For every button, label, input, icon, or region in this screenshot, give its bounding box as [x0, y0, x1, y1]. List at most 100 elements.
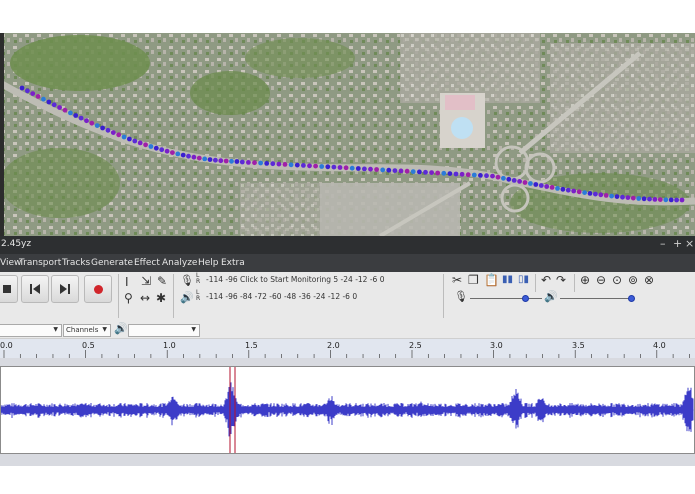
- gps-point: [159, 147, 165, 153]
- trim-icon[interactable]: ▮▮: [502, 274, 513, 286]
- gps-point: [593, 191, 598, 197]
- draw-tool-icon[interactable]: ✎: [157, 275, 167, 287]
- gps-point: [223, 158, 229, 164]
- gps-point: [506, 176, 512, 182]
- paste-icon[interactable]: 📋: [484, 274, 499, 286]
- gps-point: [100, 125, 105, 131]
- waveform[interactable]: [1, 367, 694, 453]
- host-dropdown[interactable]: ▼: [0, 324, 62, 337]
- menu-help[interactable]: Help: [198, 258, 219, 268]
- maximize-icon[interactable]: +: [673, 237, 682, 250]
- gps-point: [609, 193, 614, 199]
- undo-icon[interactable]: ↶: [541, 274, 551, 286]
- gps-point: [137, 140, 143, 146]
- gps-point: [301, 163, 306, 168]
- gps-point: [186, 153, 191, 159]
- map-left-border: [0, 33, 4, 236]
- gps-point: [538, 183, 544, 188]
- gps-point: [641, 196, 647, 202]
- skip-to-start-icon: [30, 284, 40, 294]
- skip-to-end-button[interactable]: [51, 275, 79, 303]
- minimize-icon[interactable]: –: [660, 237, 666, 250]
- window-title: 2.45yz: [1, 239, 32, 249]
- timeshift-tool-icon[interactable]: ↔: [140, 292, 150, 304]
- playback-device-dropdown[interactable]: ▼: [128, 324, 200, 337]
- playback-meter-scale: -114 -96 -84 -72 -60 -48 -36 -24 -12 -6 …: [206, 292, 358, 301]
- audio-track[interactable]: [0, 366, 695, 454]
- toolbar-divider: [118, 274, 119, 318]
- menu-generate[interactable]: Generate: [91, 258, 133, 268]
- selection-tool-icon[interactable]: I: [125, 276, 129, 288]
- gps-point: [175, 151, 181, 157]
- fit-selection-icon[interactable]: ⊙: [612, 274, 622, 286]
- gps-point: [282, 162, 288, 167]
- recording-volume-knob[interactable]: [522, 295, 529, 302]
- cut-icon[interactable]: ✂: [452, 274, 462, 286]
- gps-point: [490, 173, 495, 179]
- menu-extra[interactable]: Extra: [221, 258, 245, 268]
- playback-volume-slider[interactable]: [560, 298, 632, 299]
- gps-point: [636, 196, 642, 201]
- gps-point: [196, 155, 202, 161]
- stop-button[interactable]: [0, 275, 18, 303]
- gps-point: [647, 196, 652, 202]
- microphone-icon[interactable]: 🎙: [180, 275, 194, 287]
- gps-point: [625, 195, 631, 201]
- gps-point: [528, 181, 533, 186]
- gps-point: [337, 165, 343, 170]
- silence-icon[interactable]: ▯▮: [518, 274, 529, 286]
- close-icon[interactable]: ×: [685, 237, 694, 250]
- multi-tool-icon[interactable]: ✱: [156, 292, 166, 304]
- gps-point: [270, 161, 276, 167]
- gps-point: [549, 185, 555, 190]
- gps-point: [663, 197, 669, 203]
- copy-icon[interactable]: ❐: [468, 274, 479, 286]
- zoom-tool-icon[interactable]: ⚲: [124, 292, 133, 304]
- envelope-tool-icon[interactable]: ⇲: [141, 275, 151, 287]
- chevron-down-icon: ▼: [53, 326, 58, 333]
- zoom-in-icon[interactable]: ⊕: [580, 274, 590, 286]
- gps-point: [19, 85, 25, 91]
- menu-effect[interactable]: Effect: [134, 258, 160, 268]
- record-button[interactable]: [84, 275, 112, 303]
- playback-meter[interactable]: LR -114 -96 -84 -72 -60 -48 -36 -24 -12 …: [196, 290, 438, 305]
- record-meter-scale: -114 -96 Click to Start Monitoring 5 -24…: [206, 275, 385, 284]
- gps-point: [126, 136, 132, 142]
- gps-point: [544, 184, 550, 189]
- ruler-label: 2.0: [327, 341, 340, 350]
- channels-dropdown[interactable]: Channels ▼: [63, 324, 111, 337]
- speaker-icon[interactable]: 🔊: [180, 292, 194, 304]
- fit-project-icon[interactable]: ⊚: [628, 274, 638, 286]
- gps-point: [368, 166, 373, 172]
- gps-point: [264, 161, 270, 166]
- gps-point: [170, 150, 175, 155]
- gps-point: [35, 94, 41, 99]
- menu-analyze[interactable]: Analyze: [162, 258, 197, 268]
- toolbar-divider: [535, 274, 536, 292]
- gps-point: [404, 168, 410, 174]
- gps-point: [258, 160, 263, 166]
- playback-volume-knob[interactable]: [628, 295, 635, 302]
- redo-icon[interactable]: ↷: [556, 274, 566, 286]
- gps-point: [143, 142, 149, 148]
- recording-volume-slider[interactable]: [470, 298, 542, 299]
- toolbar-divider: [173, 274, 174, 318]
- record-meter[interactable]: LR -114 -96 Click to Start Monitoring 5 …: [196, 273, 438, 288]
- gps-point: [313, 163, 318, 169]
- gps-point: [276, 161, 282, 167]
- ruler-label: 3.5: [572, 341, 585, 350]
- gps-point: [239, 159, 245, 165]
- timeline-ruler[interactable]: 0.0 0.5 1.0 1.5 2.0 2.5 3.0 3.5 4.0: [0, 339, 695, 359]
- gps-point: [484, 173, 489, 179]
- gps-point: [533, 182, 539, 187]
- gps-point: [148, 144, 154, 149]
- toolbar-divider: [443, 274, 444, 318]
- zoom-out-icon[interactable]: ⊖: [596, 274, 606, 286]
- gps-point: [614, 194, 620, 200]
- gps-point: [603, 193, 609, 198]
- zoom-toggle-icon[interactable]: ⊗: [644, 274, 654, 286]
- gps-point: [459, 171, 465, 177]
- menu-tracks[interactable]: Tracks: [62, 258, 90, 268]
- menu-transport[interactable]: Transport: [19, 258, 61, 268]
- skip-to-start-button[interactable]: [21, 275, 49, 303]
